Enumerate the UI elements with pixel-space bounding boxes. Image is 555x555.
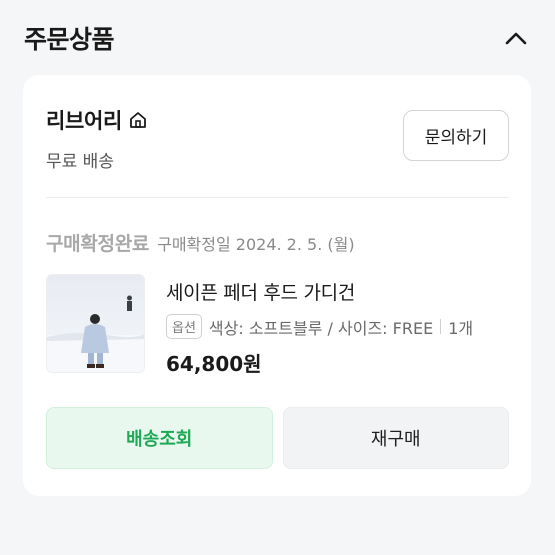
collapse-button[interactable] — [501, 23, 531, 53]
section-title: 주문상품 — [24, 25, 115, 54]
home-icon — [130, 112, 146, 128]
product-price: 64,800원 — [166, 352, 262, 376]
action-buttons: 배송조회 재구매 — [46, 407, 509, 469]
product-thumbnail[interactable] — [46, 274, 145, 373]
option-separator — [440, 319, 442, 334]
option-text: 색상: 소프트블루 / 사이즈: FREE — [208, 318, 434, 338]
confirm-date: 구매확정일 2024. 2. 5. (월) — [157, 235, 355, 254]
shop-row: 리브어리 무료 배송 문의하기 — [46, 105, 509, 175]
shop-link[interactable]: 리브어리 — [46, 105, 148, 135]
product-name[interactable]: 세이픈 페더 후드 가디건 — [166, 278, 355, 305]
order-status-row: 구매확정완료 구매확정일 2024. 2. 5. (월) — [46, 229, 355, 256]
order-status: 구매확정완료 — [46, 233, 150, 255]
shipping-info: 무료 배송 — [46, 152, 114, 172]
product-option: 옵션 색상: 소프트블루 / 사이즈: FREE 1개 — [166, 314, 473, 339]
track-delivery-button[interactable]: 배송조회 — [46, 407, 273, 469]
option-badge: 옵션 — [166, 314, 202, 339]
shop-name: 리브어리 — [46, 109, 123, 133]
inquiry-button[interactable]: 문의하기 — [403, 110, 509, 161]
product-quantity: 1개 — [448, 318, 474, 338]
divider — [46, 197, 509, 198]
product-item[interactable]: 세이픈 페더 후드 가디건 옵션 색상: 소프트블루 / 사이즈: FREE 1… — [46, 274, 509, 376]
chevron-up-icon — [505, 32, 527, 45]
product-image — [47, 275, 144, 372]
section-header: 주문상품 — [0, 0, 555, 76]
order-card: 리브어리 무료 배송 문의하기 구매확정완료 구매확정일 2024. 2. 5.… — [23, 75, 531, 496]
reorder-button[interactable]: 재구매 — [282, 407, 509, 469]
